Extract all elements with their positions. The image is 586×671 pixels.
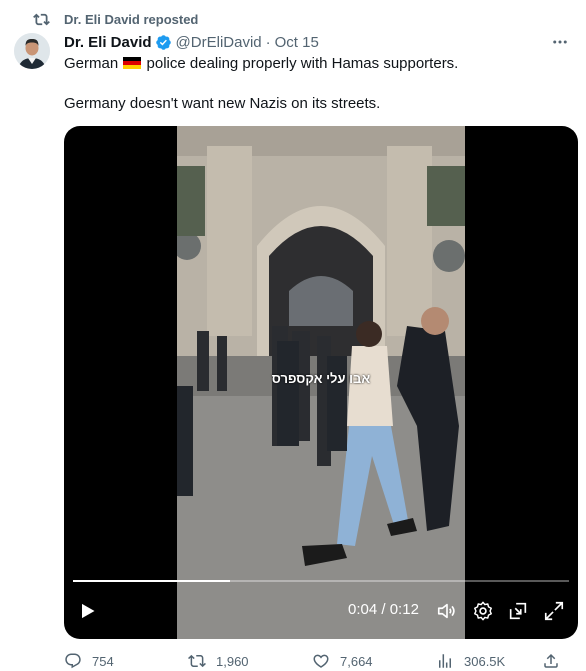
volume-button[interactable] <box>434 598 460 624</box>
volume-icon <box>437 603 455 619</box>
tweet-text: German police dealing properly with Hama… <box>64 54 564 114</box>
play-icon <box>82 603 95 619</box>
tweet-actions: 754 1,960 7,664 306.5K <box>64 651 579 671</box>
author-name[interactable]: Dr. Eli David <box>64 34 152 51</box>
more-options-button[interactable] <box>550 32 570 52</box>
tweet-header: Dr. Eli David @DrEliDavid · Oct 15 <box>64 32 576 52</box>
play-button[interactable] <box>74 598 100 624</box>
author-handle[interactable]: @DrEliDavid <box>176 34 262 51</box>
repost-label: Dr. Eli David reposted <box>64 11 199 27</box>
reply-icon <box>65 653 81 669</box>
settings-button[interactable] <box>470 598 496 624</box>
video-player[interactable]: אבו עלי אקספרס 0:04 / 0:12 <box>64 126 578 639</box>
like-count: 7,664 <box>340 653 373 669</box>
avatar-image <box>14 33 50 69</box>
views-chart-icon <box>439 654 451 668</box>
video-time: 0:04 / 0:12 <box>348 601 419 618</box>
tweet-text-part: police dealing properly with Hamas suppo… <box>146 55 459 72</box>
video-progress-fill <box>73 580 231 582</box>
header-separator: · <box>265 33 271 51</box>
pip-icon <box>509 602 527 620</box>
gear-icon <box>474 601 492 621</box>
avatar[interactable] <box>14 33 50 69</box>
tweet-text-line-2: Germany doesn't want new Nazis on its st… <box>64 95 381 112</box>
video-progress-bar[interactable] <box>73 580 569 582</box>
share-icon <box>544 653 558 668</box>
views-count: 306.5K <box>464 653 506 669</box>
repost-icon <box>33 13 50 25</box>
tweet-text-part: German <box>64 55 119 72</box>
repost-indicator[interactable]: Dr. Eli David reposted <box>33 10 198 28</box>
repost-button[interactable]: 1,960 <box>188 651 249 671</box>
video-overlay-caption: אבו עלי אקספרס <box>271 371 371 386</box>
views-button[interactable]: 306.5K <box>436 651 505 671</box>
repost-icon <box>188 654 206 668</box>
video-duration: 0:12 <box>389 601 419 618</box>
heart-icon <box>313 654 329 668</box>
german-flag-icon <box>123 57 142 69</box>
video-time-separator: / <box>377 601 390 618</box>
reply-count: 754 <box>92 653 114 669</box>
more-icon <box>553 40 567 44</box>
reply-button[interactable]: 754 <box>64 651 114 671</box>
tweet-text-line-1: German police dealing properly with Hama… <box>64 54 564 74</box>
fullscreen-icon <box>544 601 564 621</box>
repost-count: 1,960 <box>216 653 249 669</box>
video-current-time: 0:04 <box>348 601 378 618</box>
video-frame[interactable]: אבו עלי אקספרס <box>177 126 465 639</box>
share-button[interactable] <box>542 651 560 671</box>
verified-badge-icon[interactable] <box>155 34 172 51</box>
video-controls: 0:04 / 0:12 <box>64 579 578 639</box>
like-button[interactable]: 7,664 <box>312 651 373 671</box>
fullscreen-button[interactable] <box>541 598 567 624</box>
tweet-date[interactable]: Oct 15 <box>275 34 319 51</box>
picture-in-picture-button[interactable] <box>505 598 531 624</box>
